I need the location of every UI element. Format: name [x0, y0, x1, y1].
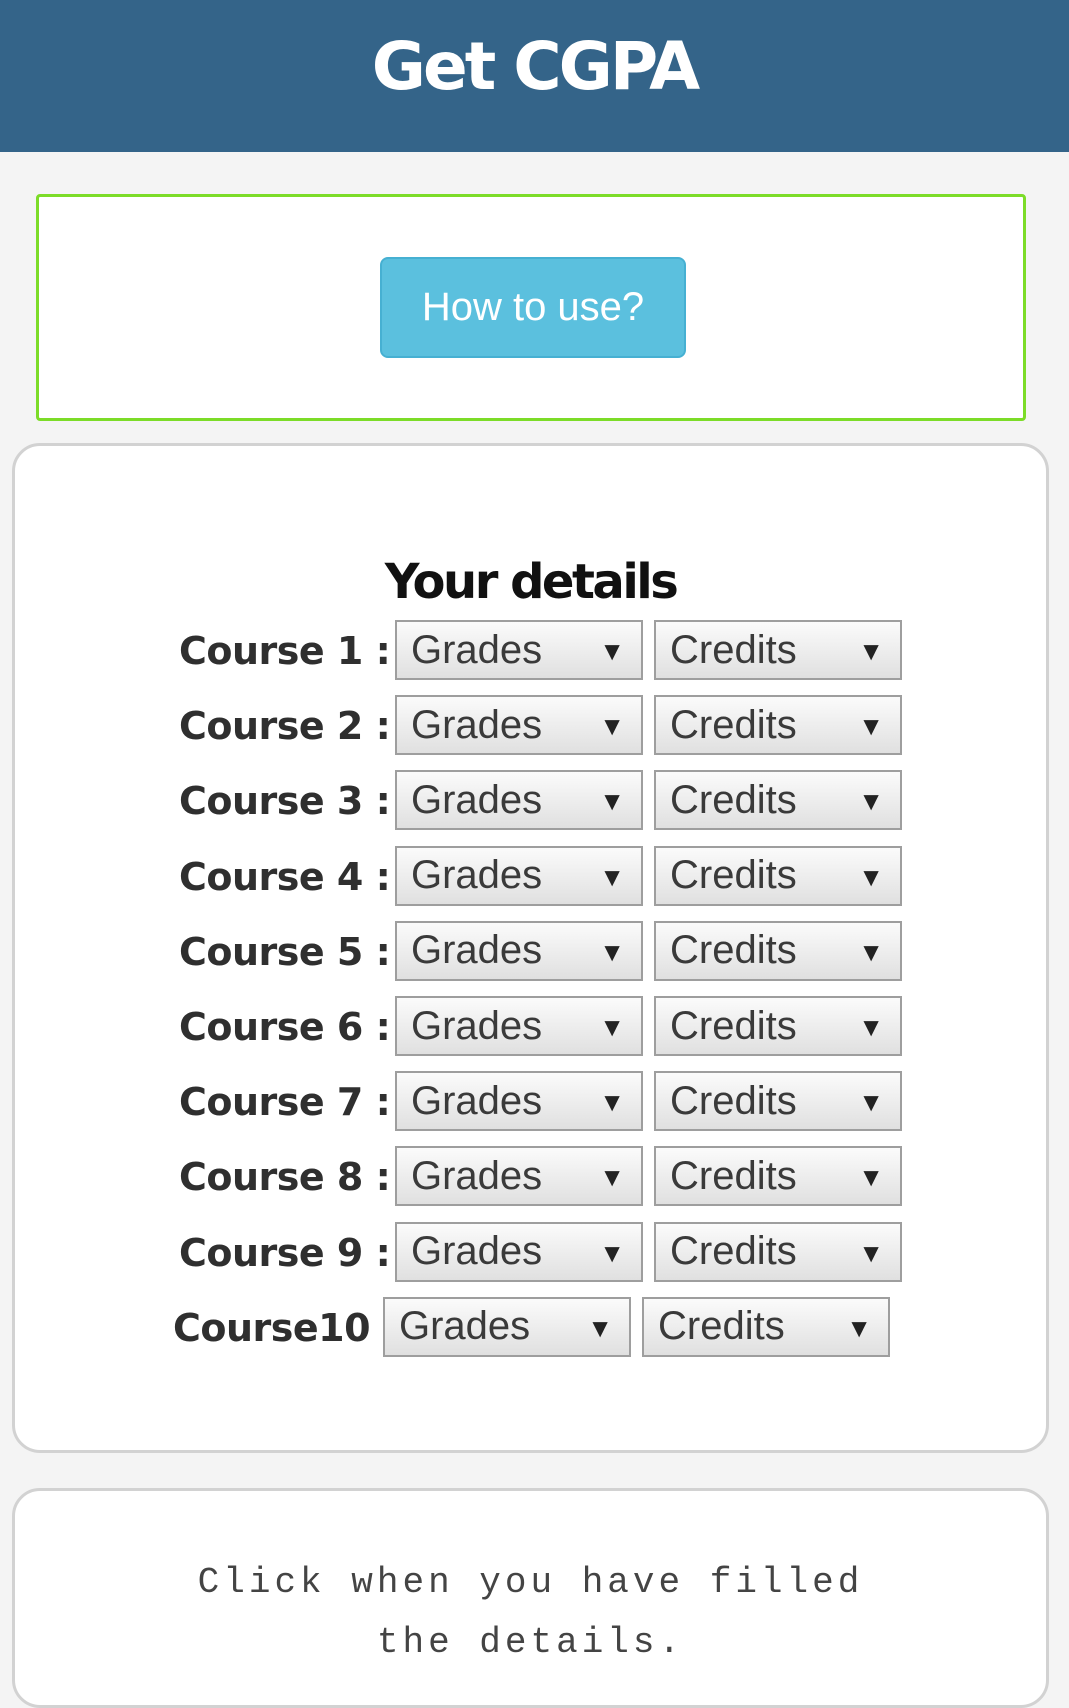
credits-select[interactable]: Credits ▼ — [654, 770, 902, 831]
grade-select[interactable]: Grades ▼ — [395, 695, 643, 756]
credits-select-value: Credits — [670, 777, 797, 822]
course-label: Course 8 : — [179, 1155, 391, 1200]
credits-select[interactable]: Credits ▼ — [654, 1221, 902, 1282]
chevron-down-icon: ▼ — [599, 636, 625, 666]
course-label: Course 1 : — [179, 629, 391, 673]
course-row: Course 7 : Grades ▼ Credits ▼ — [179, 1071, 902, 1133]
course-label: Course 9 : — [179, 1230, 391, 1275]
grade-select-value: Grades — [411, 853, 543, 898]
grade-select-value: Grades — [411, 1003, 543, 1048]
credits-select-value: Credits — [670, 928, 797, 973]
credits-select[interactable]: Credits ▼ — [654, 695, 902, 756]
grade-select-value: Grades — [411, 1153, 543, 1198]
credits-select-value: Credits — [670, 702, 797, 747]
credits-select-value: Credits — [670, 853, 797, 898]
chevron-down-icon: ▼ — [599, 786, 625, 817]
grade-select-value: Grades — [411, 1078, 543, 1123]
chevron-down-icon: ▼ — [858, 1087, 884, 1118]
how-to-use-button[interactable]: How to use? — [380, 257, 686, 358]
course-row: Course10 : Grades ▼ Credits ▼ — [173, 1296, 890, 1359]
chevron-down-icon: ▼ — [587, 1312, 613, 1343]
course-row: Course 5 : Grades ▼ Credits ▼ — [179, 920, 902, 983]
grade-select[interactable]: Grades ▼ — [395, 1071, 643, 1132]
chevron-down-icon: ▼ — [599, 1162, 625, 1193]
course-row: Course 8 : Grades ▼ Credits ▼ — [179, 1146, 902, 1208]
grade-select[interactable]: Grades ▼ — [395, 996, 643, 1056]
credits-select-value: Credits — [658, 1304, 785, 1349]
chevron-down-icon: ▼ — [599, 1012, 625, 1042]
grade-select-value: Grades — [411, 1229, 543, 1274]
course-label: Course 3 : — [179, 779, 391, 824]
how-to-use-panel: How to use? — [36, 194, 1026, 421]
credits-select[interactable]: Credits ▼ — [654, 996, 902, 1056]
course-label: Course 2 : — [179, 704, 391, 749]
chevron-down-icon: ▼ — [599, 1237, 625, 1268]
submit-instruction[interactable]: Click when you have filled the details. — [15, 1553, 1046, 1673]
chevron-down-icon: ▼ — [858, 1237, 884, 1268]
grade-select[interactable]: Grades ▼ — [395, 845, 643, 906]
chevron-down-icon: ▼ — [599, 711, 625, 742]
credits-select-value: Credits — [670, 627, 797, 672]
grade-select[interactable]: Grades ▼ — [395, 620, 643, 680]
grade-select-value: Grades — [411, 702, 543, 747]
grade-select[interactable]: Grades ▼ — [395, 1221, 643, 1282]
grade-select[interactable]: Grades ▼ — [395, 1146, 643, 1207]
course-row: Course 1 : Grades ▼ Credits ▼ — [179, 620, 902, 682]
chevron-down-icon: ▼ — [858, 711, 884, 742]
app-header: Get CGPA — [0, 0, 1069, 152]
chevron-down-icon: ▼ — [846, 1312, 872, 1343]
credits-select-value: Credits — [670, 1003, 797, 1048]
credits-select[interactable]: Credits ▼ — [654, 1071, 902, 1132]
course-label: Course 4 : — [179, 854, 391, 899]
app-title: Get CGPA — [371, 27, 700, 105]
grade-select-value: Grades — [411, 627, 543, 672]
course-row: Course 2 : Grades ▼ Credits ▼ — [179, 695, 902, 757]
chevron-down-icon: ▼ — [858, 861, 884, 892]
grade-select[interactable]: Grades ▼ — [383, 1296, 631, 1357]
credits-select-value: Credits — [670, 1078, 797, 1123]
grade-select-value: Grades — [411, 777, 543, 822]
chevron-down-icon: ▼ — [858, 936, 884, 967]
chevron-down-icon: ▼ — [858, 636, 884, 666]
grade-select[interactable]: Grades ▼ — [395, 770, 643, 831]
credits-select[interactable]: Credits ▼ — [642, 1296, 890, 1357]
chevron-down-icon: ▼ — [858, 1162, 884, 1193]
course-row: Course 3 : Grades ▼ Credits ▼ — [179, 770, 902, 832]
grade-select[interactable]: Grades ▼ — [395, 920, 643, 981]
grade-select-value: Grades — [411, 928, 543, 973]
course-label: Course 5 : — [179, 929, 391, 974]
details-heading: Your details — [384, 554, 679, 610]
credits-select-value: Credits — [670, 1229, 797, 1274]
course-row: Course 6 : Grades ▼ Credits ▼ — [179, 996, 902, 1058]
chevron-down-icon: ▼ — [599, 936, 625, 967]
course-row: Course 4 : Grades ▼ Credits ▼ — [179, 845, 902, 908]
chevron-down-icon: ▼ — [599, 861, 625, 892]
credits-select-value: Credits — [670, 1153, 797, 1198]
details-card: Your details Course 1 : Grades ▼ Credits ▼ Co… — [12, 443, 1049, 1453]
course-label: Course 6 : — [179, 1005, 391, 1049]
chevron-down-icon: ▼ — [858, 786, 884, 817]
course-row: Course 9 : Grades ▼ Credits ▼ — [179, 1221, 902, 1284]
chevron-down-icon: ▼ — [858, 1012, 884, 1042]
credits-select[interactable]: Credits ▼ — [654, 920, 902, 981]
chevron-down-icon: ▼ — [599, 1087, 625, 1118]
submit-card[interactable]: Click when you have filled the details. — [12, 1488, 1049, 1708]
credits-select[interactable]: Credits ▼ — [654, 845, 902, 906]
course-label: Course 7 : — [179, 1080, 391, 1125]
course-label: Course10 : — [173, 1305, 398, 1350]
credits-select[interactable]: Credits ▼ — [654, 1146, 902, 1207]
grade-select-value: Grades — [399, 1304, 531, 1349]
credits-select[interactable]: Credits ▼ — [654, 620, 902, 680]
